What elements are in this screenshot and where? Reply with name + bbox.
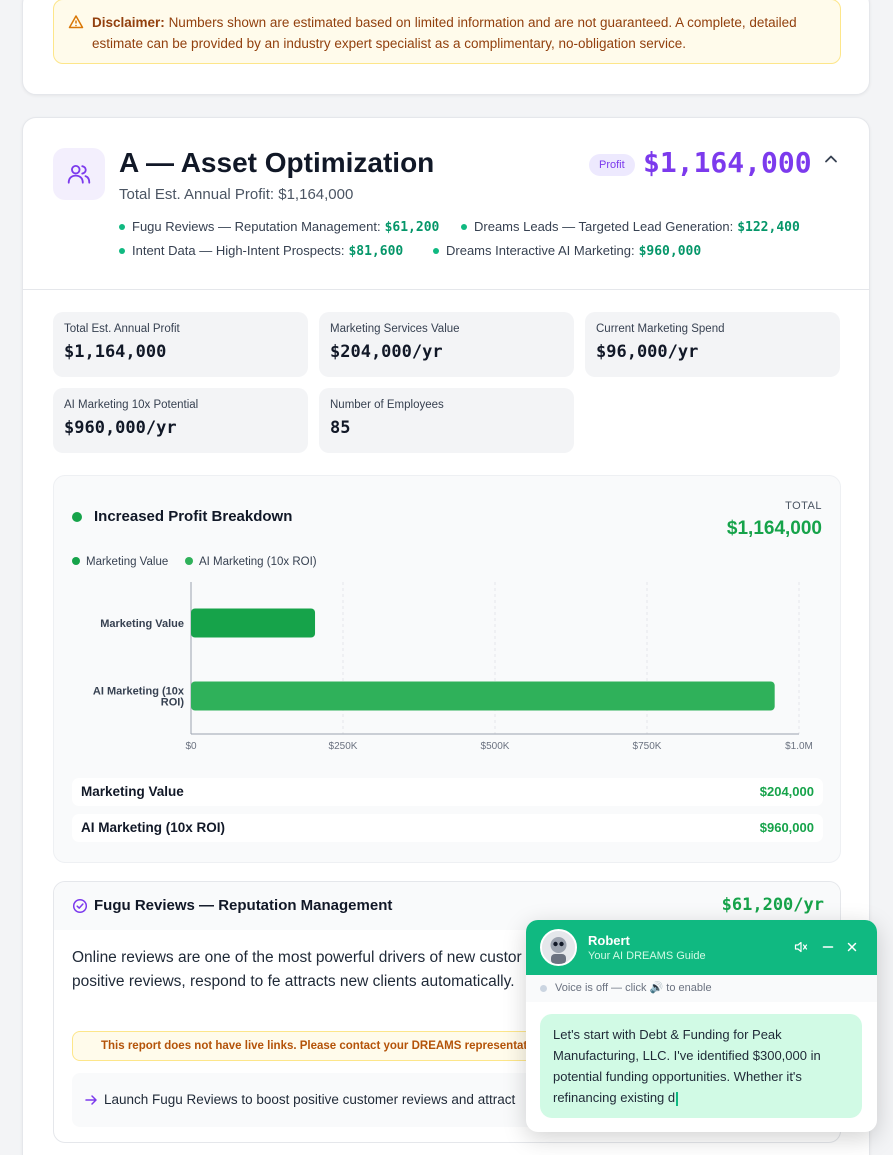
legend-swatch xyxy=(72,556,80,565)
y-category-label: Marketing Value xyxy=(100,618,184,630)
service-value: $960,000 xyxy=(638,244,702,259)
breakdown-row-label: AI Marketing (10x ROI) xyxy=(81,820,226,835)
chat-header: Robert Your AI DREAMS Guide xyxy=(526,920,877,975)
service-item: Fugu Reviews — Reputation Management: $61… xyxy=(119,219,439,235)
fugu-amount: $61,200/yr xyxy=(721,895,824,915)
service-dot xyxy=(119,247,125,254)
minimize-icon[interactable] xyxy=(820,939,836,955)
breakdown-dot xyxy=(72,512,82,522)
disclaimer-text: Numbers shown are estimated based on lim… xyxy=(92,15,797,51)
service-label: Dreams Leads — Targeted Lead Generation: xyxy=(474,219,734,234)
fugu-title: Fugu Reviews — Reputation Management xyxy=(94,897,393,914)
users-icon xyxy=(67,164,91,184)
section-subtitle: Total Est. Annual Profit: $1,164,000 xyxy=(119,186,354,203)
typing-cursor xyxy=(676,1091,678,1106)
stat-label: Total Est. Annual Profit xyxy=(64,323,180,335)
service-item: Dreams Leads — Targeted Lead Generation:… xyxy=(461,219,800,235)
fugu-action-text: Launch Fugu Reviews to boost positive cu… xyxy=(104,1092,516,1107)
disclaimer-card: Disclaimer: Numbers shown are estimated … xyxy=(22,0,870,95)
breakdown-row-value: $960,000 xyxy=(759,820,814,835)
profit-amount: $1,164,000 xyxy=(643,146,812,179)
stat-card: Number of Employees 85 xyxy=(319,388,574,453)
x-tick-label: $500K xyxy=(481,741,510,752)
legend-label: AI Marketing (10x ROI) xyxy=(199,556,317,568)
service-value: $81,600 xyxy=(348,244,404,259)
voice-status[interactable]: Voice is off — click 🔊 to enable xyxy=(526,975,877,1002)
chat-message: Let's start with Debt & Funding for Peak… xyxy=(540,1014,862,1118)
chat-message-text: Let's start with Debt & Funding for Peak… xyxy=(553,1027,821,1105)
close-icon[interactable] xyxy=(844,939,860,955)
stat-label: AI Marketing 10x Potential xyxy=(64,399,199,411)
chat-agent-role: Your AI DREAMS Guide xyxy=(588,950,706,962)
voice-status-text: Voice is off — click 🔊 to enable xyxy=(555,982,712,994)
arrow-right-icon xyxy=(85,1095,97,1105)
service-value: $122,400 xyxy=(737,220,800,235)
y-category-label: ROI) xyxy=(161,697,185,709)
breakdown-total-value: $1,164,000 xyxy=(726,518,822,539)
users-icon-box xyxy=(53,148,105,200)
profit-bar-chart: $0 $250K $500K $750K $1.0MMarketing ValueAI … xyxy=(93,582,813,752)
legend-swatch xyxy=(185,556,193,565)
service-dot xyxy=(433,247,439,254)
robot-avatar-icon xyxy=(542,931,575,964)
stat-card: Marketing Services Value $204,000/yr xyxy=(319,312,574,377)
x-tick-label: $1.0M xyxy=(785,741,813,752)
chat-widget: Robert Your AI DREAMS Guide Voice is off… xyxy=(526,920,877,1132)
section-title: A — Asset Optimization xyxy=(119,147,435,178)
breakdown-title: Increased Profit Breakdown xyxy=(94,508,293,525)
service-item: Dreams Interactive AI Marketing: $960,000 xyxy=(433,243,701,259)
breakdown-row-value: $204,000 xyxy=(759,784,814,799)
disclaimer-banner: Disclaimer: Numbers shown are estimated … xyxy=(53,0,841,64)
service-value: $61,200 xyxy=(384,220,440,235)
stat-value: $96,000/yr xyxy=(596,342,699,362)
service-label: Fugu Reviews — Reputation Management: xyxy=(132,219,381,234)
chevron-up-icon[interactable] xyxy=(822,150,840,168)
service-label: Intent Data — High-Intent Prospects: xyxy=(132,243,345,258)
bar-marketing-value xyxy=(191,608,316,638)
disclaimer-label: Disclaimer: xyxy=(92,15,165,30)
stat-value: $960,000/yr xyxy=(64,418,177,438)
service-item: Intent Data — High-Intent Prospects: $81,… xyxy=(119,243,403,259)
stat-value: $204,000/yr xyxy=(330,342,443,362)
stat-card: AI Marketing 10x Potential $960,000/yr xyxy=(53,388,308,453)
breakdown-row: Marketing Value $204,000 xyxy=(72,778,823,806)
mute-icon[interactable] xyxy=(793,939,809,955)
stat-label: Number of Employees xyxy=(330,399,444,411)
x-tick-label: $750K xyxy=(633,741,662,752)
warning-icon xyxy=(68,15,84,29)
stat-value: $1,164,000 xyxy=(64,342,167,362)
profit-badge: Profit xyxy=(589,154,635,176)
stat-card: Total Est. Annual Profit $1,164,000 xyxy=(53,312,308,377)
avatar xyxy=(540,929,577,966)
x-tick-label: $250K xyxy=(329,741,358,752)
chat-agent-name: Robert xyxy=(588,933,630,948)
bar-ai-marketing xyxy=(191,681,775,711)
section-divider xyxy=(23,289,869,290)
breakdown-row-label: Marketing Value xyxy=(81,784,184,799)
stat-label: Current Marketing Spend xyxy=(596,323,725,335)
service-dot xyxy=(119,223,125,230)
x-tick-label: $0 xyxy=(185,741,197,752)
profit-breakdown-panel: Increased Profit Breakdown TOTAL $1,164,… xyxy=(53,475,841,863)
stat-value: 85 xyxy=(330,418,351,438)
service-label: Dreams Interactive AI Marketing: xyxy=(446,243,635,258)
legend-label: Marketing Value xyxy=(86,556,169,568)
breakdown-row: AI Marketing (10x ROI) $960,000 xyxy=(72,814,823,842)
legend-item: AI Marketing (10x ROI) xyxy=(185,556,317,568)
legend-item: Marketing Value xyxy=(72,556,168,568)
service-dot xyxy=(461,223,467,230)
check-circle-icon xyxy=(72,898,88,914)
voice-status-dot xyxy=(540,985,547,992)
stat-card: Current Marketing Spend $96,000/yr xyxy=(585,312,840,377)
stat-label: Marketing Services Value xyxy=(330,323,460,335)
breakdown-total-label: TOTAL xyxy=(785,500,822,512)
